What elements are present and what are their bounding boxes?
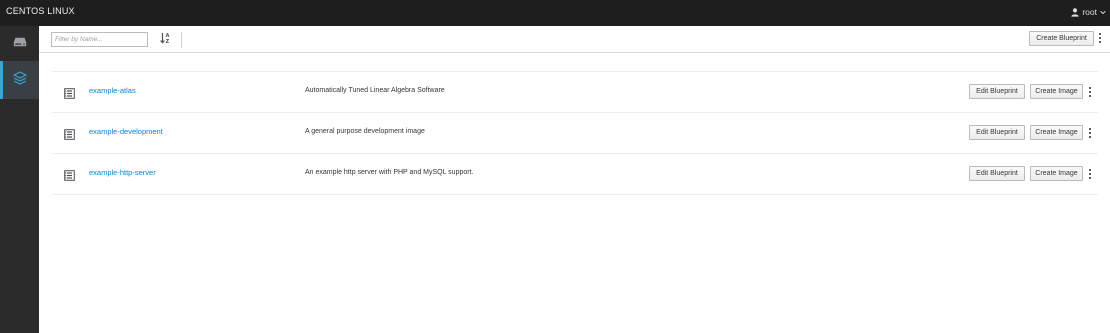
user-name: root — [1082, 7, 1097, 17]
row-kebab-menu[interactable] — [1087, 168, 1093, 180]
create-image-button[interactable]: Create Image — [1030, 166, 1083, 181]
edit-blueprint-button[interactable]: Edit Blueprint — [969, 166, 1025, 181]
blueprint-icon — [64, 86, 75, 99]
create-image-button[interactable]: Create Image — [1030, 84, 1083, 99]
toolbar-kebab-menu[interactable] — [1097, 32, 1103, 44]
edit-blueprint-button[interactable]: Edit Blueprint — [969, 84, 1025, 99]
filter-input[interactable] — [51, 32, 148, 47]
blueprint-name-link[interactable]: example-atlas — [89, 86, 136, 95]
blueprint-description: An example http server with PHP and MySQ… — [305, 169, 474, 176]
toolbar: A Z Create Blueprint — [39, 26, 1110, 53]
user-menu[interactable]: root — [1071, 5, 1106, 19]
nav-item-blueprints[interactable] — [0, 61, 39, 99]
blueprint-description: Automatically Tuned Linear Algebra Softw… — [305, 87, 445, 94]
blueprint-icon — [64, 127, 75, 140]
list-item: example-atlas Automatically Tuned Linear… — [52, 72, 1098, 113]
row-kebab-menu[interactable] — [1087, 127, 1093, 139]
chevron-down-icon — [1100, 10, 1106, 15]
vertical-nav — [0, 26, 39, 333]
blueprint-description: A general purpose development image — [305, 128, 425, 135]
create-image-button[interactable]: Create Image — [1030, 125, 1083, 140]
blueprint-name-link[interactable]: example-development — [89, 127, 163, 136]
user-icon — [1071, 7, 1080, 17]
edit-blueprint-button[interactable]: Edit Blueprint — [969, 125, 1025, 140]
blueprint-name-link[interactable]: example-http-server — [89, 168, 156, 177]
toolbar-divider — [181, 32, 182, 48]
svg-text:Z: Z — [165, 38, 169, 43]
list-item: example-development A general purpose de… — [52, 113, 1098, 154]
layers-icon — [12, 70, 27, 90]
blueprint-list: example-atlas Automatically Tuned Linear… — [52, 71, 1098, 195]
create-blueprint-button[interactable]: Create Blueprint — [1029, 31, 1094, 46]
hard-drive-icon — [13, 34, 27, 52]
list-item: example-http-server An example http serv… — [52, 154, 1098, 195]
blueprint-icon — [64, 168, 75, 181]
svg-text:A: A — [165, 33, 169, 39]
row-kebab-menu[interactable] — [1087, 86, 1093, 98]
sort-button[interactable]: A Z — [157, 32, 173, 47]
nav-item-systems[interactable] — [0, 26, 39, 59]
brand-title: CENTOS LINUX — [6, 6, 75, 16]
sort-alpha-asc-icon: A Z — [159, 31, 171, 49]
masthead: CENTOS LINUX root — [0, 0, 1110, 26]
